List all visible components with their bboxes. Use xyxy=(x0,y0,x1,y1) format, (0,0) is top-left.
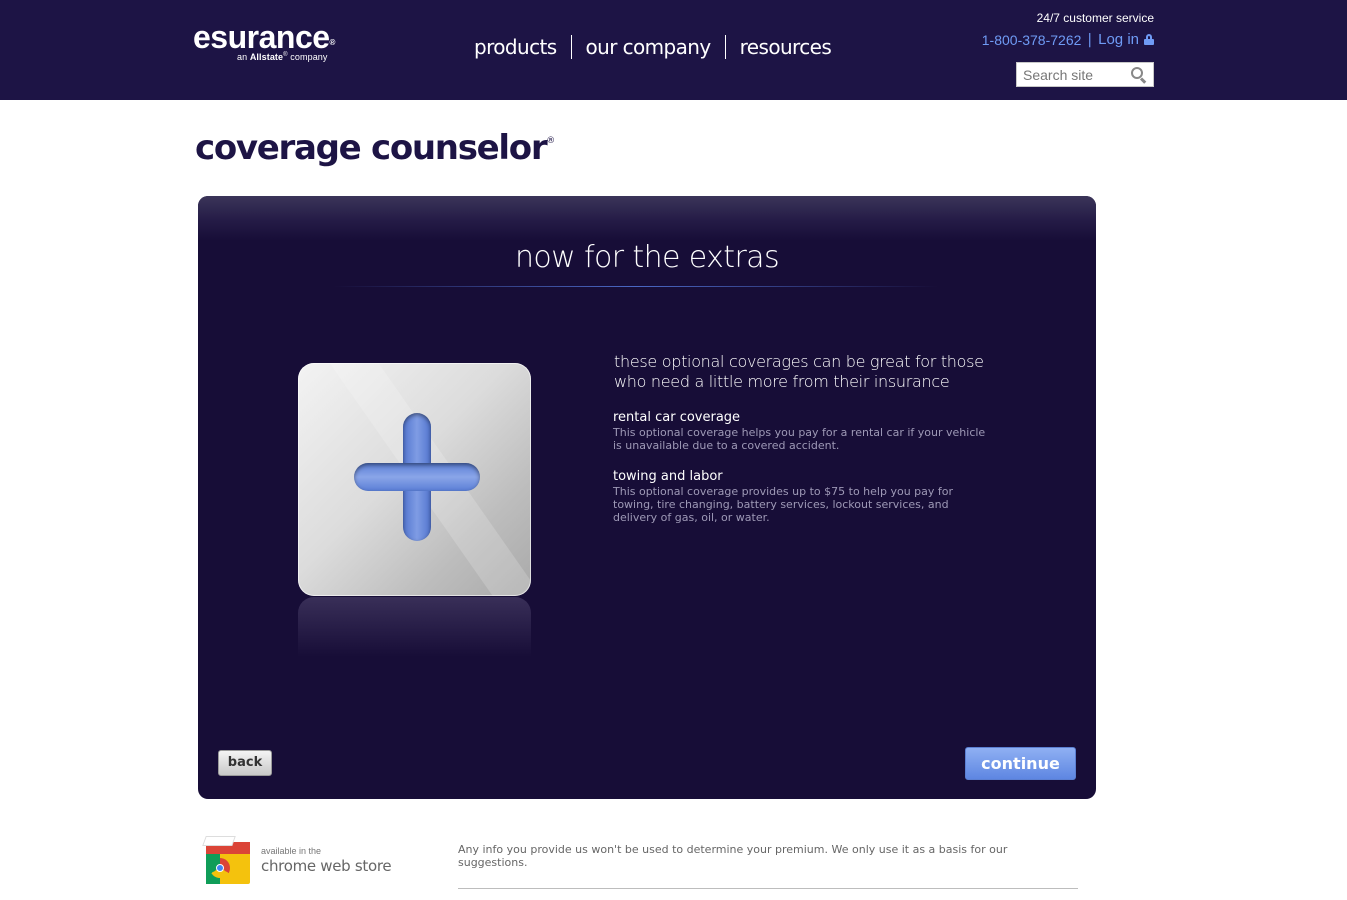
coverage-title-rental: rental car coverage xyxy=(613,410,741,425)
continue-button[interactable]: continue xyxy=(965,747,1076,780)
nav-products[interactable]: products xyxy=(460,33,571,61)
registered-mark: ® xyxy=(546,135,555,146)
plus-icon-reflection xyxy=(298,597,531,657)
intro-text: these optional coverages can be great fo… xyxy=(614,352,984,391)
disclaimer: Any info you provide us won't be used to… xyxy=(458,843,1008,869)
panel-top-shade xyxy=(198,196,1096,241)
site-header: esurance® an Allstate® company products … xyxy=(0,0,1347,100)
plus-icon xyxy=(298,363,531,596)
coverage-desc-rental: This optional coverage helps you pay for… xyxy=(613,426,986,452)
nav-resources[interactable]: resources xyxy=(726,33,846,61)
divider: | xyxy=(1087,31,1093,48)
chrome-store-icon xyxy=(202,836,252,886)
page-title: coverage counselor® xyxy=(195,128,555,168)
search-input[interactable] xyxy=(1017,63,1125,86)
counselor-panel: now for the extras these optional covera… xyxy=(198,196,1096,799)
main-nav: products our company resources xyxy=(460,33,845,61)
coverage-title-towing: towing and labor xyxy=(613,469,723,484)
heading-divider xyxy=(333,286,938,287)
panel-heading: now for the extras xyxy=(515,240,780,275)
customer-service: 24/7 customer service 1-800-378-7262 | L… xyxy=(982,10,1154,48)
chrome-web-store-badge[interactable]: available in the chrome web store xyxy=(202,836,404,888)
coverage-desc-towing: This optional coverage provides up to $7… xyxy=(613,485,954,524)
logo-wordmark: esurance® xyxy=(193,19,335,55)
esurance-logo[interactable]: esurance® an Allstate® company xyxy=(193,20,335,62)
logo-tagline: an Allstate® company xyxy=(237,52,328,62)
search-icon[interactable] xyxy=(1131,67,1147,84)
nav-our-company[interactable]: our company xyxy=(572,33,725,61)
login-link[interactable]: Log in xyxy=(1098,31,1154,48)
phone-number[interactable]: 1-800-378-7262 xyxy=(982,32,1082,48)
login-label: Log in xyxy=(1098,31,1139,48)
store-big-text: chrome web store xyxy=(261,857,392,875)
back-button[interactable]: back xyxy=(218,750,272,776)
search-box xyxy=(1016,62,1154,87)
service-title: 24/7 customer service xyxy=(1036,11,1154,25)
footer-divider xyxy=(458,888,1078,889)
service-row: 1-800-378-7262 | Log in xyxy=(982,31,1154,48)
store-small-text: available in the xyxy=(261,846,322,856)
lock-icon xyxy=(1144,34,1154,45)
